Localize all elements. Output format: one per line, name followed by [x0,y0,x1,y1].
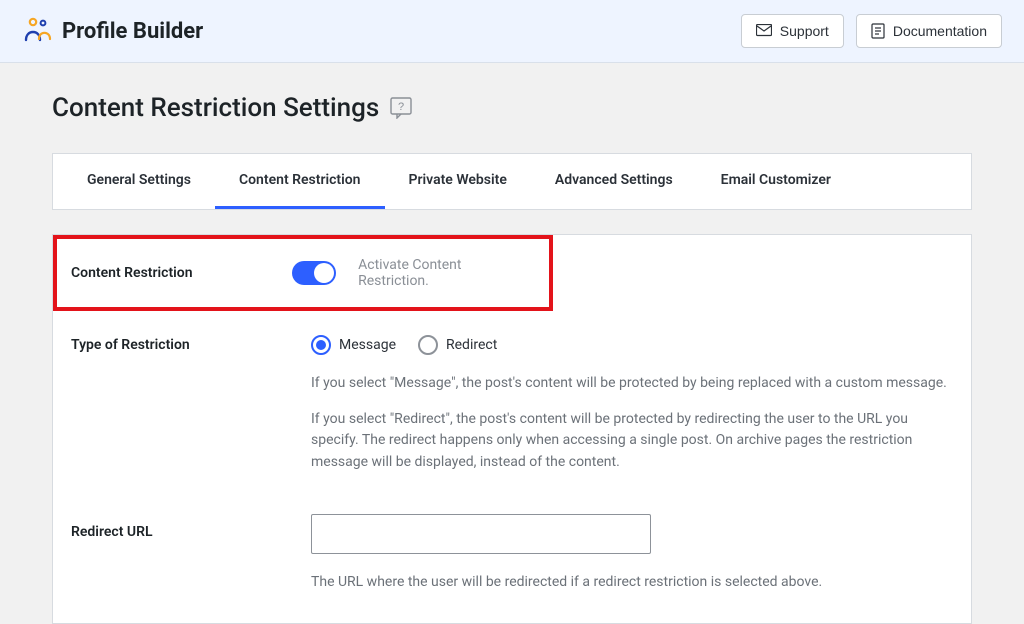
content-restriction-highlight: Content Restriction Activate Content Res… [53,235,553,311]
redirect-url-help: The URL where the user will be redirecte… [311,572,953,594]
settings-card: Content Restriction Activate Content Res… [52,234,972,624]
content-restriction-description: Activate Content Restriction. [358,257,535,289]
support-button[interactable]: Support [741,14,844,48]
page-title-row: Content Restriction Settings ? [52,93,972,123]
app-header: Profile Builder Support Documentation [0,0,1024,63]
tab-content-restriction[interactable]: Content Restriction [215,154,385,209]
radio-message[interactable]: Message [311,335,396,355]
radio-circle-icon [418,335,438,355]
mail-icon [756,24,772,38]
radio-message-label: Message [339,337,396,353]
svg-text:?: ? [398,101,404,113]
radio-redirect[interactable]: Redirect [418,335,497,355]
tab-advanced-settings[interactable]: Advanced Settings [531,154,697,209]
documentation-button-label: Documentation [893,23,987,39]
document-icon [871,23,885,39]
support-button-label: Support [780,23,829,39]
page-title: Content Restriction Settings [52,93,379,123]
tab-private-website[interactable]: Private Website [385,154,531,209]
header-actions: Support Documentation [741,14,1002,48]
brand-logo-icon [22,16,52,46]
tab-general-settings[interactable]: General Settings [63,154,215,209]
page-body: Content Restriction Settings ? General S… [0,63,1024,624]
redirect-url-label: Redirect URL [71,514,311,540]
help-text-message: If you select "Message", the post's cont… [311,373,953,395]
content-restriction-toggle[interactable] [292,261,336,285]
documentation-button[interactable]: Documentation [856,14,1002,48]
brand-title: Profile Builder [62,19,203,44]
settings-tabs: General Settings Content Restriction Pri… [52,153,972,210]
radio-circle-icon [311,335,331,355]
content-restriction-label: Content Restriction [71,265,292,281]
tab-email-customizer[interactable]: Email Customizer [697,154,855,209]
type-of-restriction-label: Type of Restriction [71,335,311,353]
radio-redirect-label: Redirect [446,337,497,353]
brand: Profile Builder [22,16,203,46]
help-icon[interactable]: ? [389,96,413,120]
type-of-restriction-row: Type of Restriction Message Redirect If … [53,311,971,484]
redirect-url-row: Redirect URL The URL where the user will… [53,484,971,604]
type-of-restriction-radios: Message Redirect [311,335,953,355]
help-text-redirect: If you select "Redirect", the post's con… [311,409,953,474]
redirect-url-input[interactable] [311,514,651,554]
